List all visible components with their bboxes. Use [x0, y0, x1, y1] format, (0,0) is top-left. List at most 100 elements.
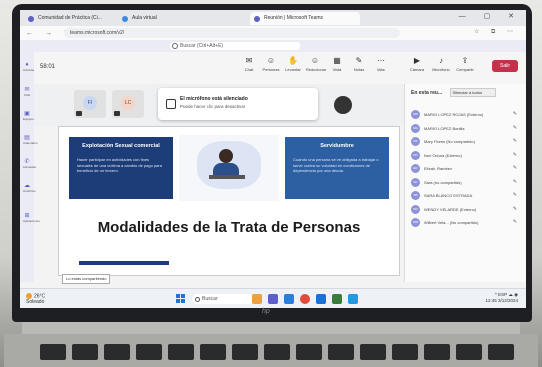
avatar: WV: [411, 204, 420, 214]
keyboard-key: [456, 344, 482, 360]
keyboard-key: [104, 344, 130, 360]
toolbar-camera-button[interactable]: ▶ Cámara: [408, 56, 426, 72]
participant-name: SARA BLANCO ESTRADA: [424, 193, 473, 198]
keyboard-key: [40, 344, 66, 360]
participant-row[interactable]: WV WENDY VELARDE (Externo) ✎: [407, 203, 525, 217]
notification-title: El micrófono está silenciado: [180, 96, 248, 102]
participant-tile[interactable]: LC: [112, 90, 144, 118]
mic-muted-icon: ✎: [512, 151, 517, 158]
rail-teams[interactable]: ▣ Equipos: [23, 110, 34, 121]
keyboard-key: [72, 344, 98, 360]
windows-taskbar: 26°C Soleado Buscar ^ ESP ☁ ◉ 12:45 3/12…: [20, 288, 526, 308]
url-field[interactable]: teams.microsoft.com/v2/: [64, 28, 400, 38]
participant-name: WENDY VELARDE (Externo): [424, 206, 477, 212]
react-icon: ☺: [310, 56, 320, 65]
mic-muted-icon: ✎: [512, 165, 517, 171]
meeting-timer: 58:01: [40, 64, 56, 70]
slide-footer-bar: [79, 261, 169, 265]
system-tray[interactable]: ^ ESP ☁ ◉ 12:45 3/12/2024: [485, 292, 518, 304]
toolbar-view-button[interactable]: ▦ Vista: [328, 56, 346, 72]
teams-app-rail: ♦ Actividad ✉ Chat ▣ Equipos ▤ Calendario ✆ L…: [20, 52, 40, 282]
extensions-icon[interactable]: ☆ ⧉ ⋯: [474, 28, 518, 36]
participant-row[interactable]: SB SARA BLANCO ESTRADA ✎: [407, 189, 525, 203]
weather-widget[interactable]: 26°C Soleado: [26, 293, 45, 305]
participant-row[interactable]: ER Elizab. Ramirez ✎: [407, 162, 525, 176]
toolbar-share-button[interactable]: ⇪ Compartir: [456, 56, 474, 72]
rail-onedrive[interactable]: ☁ OneDrive: [23, 182, 36, 193]
participant-tile[interactable]: FI: [74, 90, 106, 118]
toolbar-react-button[interactable]: ☺ Reaccionar: [306, 56, 326, 72]
sun-icon: [26, 293, 32, 299]
laptop-screen: Comunidad de Práctica (Ci... Aula virtua…: [20, 10, 526, 308]
mic-muted-icon: ✎: [512, 192, 517, 198]
mic-muted-icon: ✎: [512, 124, 517, 131]
keyboard-key: [168, 344, 194, 360]
participant-name: MARIO LOPEZ Bonilla: [424, 125, 465, 131]
participant-row[interactable]: SC Sara (no compartido) ✎: [407, 176, 525, 190]
card-body: Cuando una persona se ve obligada a trab…: [293, 157, 379, 173]
mic-icon: ♪: [439, 56, 443, 65]
keyboard-key: [392, 344, 418, 360]
rail-apps[interactable]: ⊞ Aplicaciones: [23, 212, 40, 223]
keyboard-key: [232, 344, 258, 360]
sharing-indicator[interactable]: Lo estás compartiendo: [62, 274, 111, 284]
muted-notification[interactable]: El micrófono está silenciado Puede hacer…: [158, 88, 318, 120]
browser-tab-comunidad[interactable]: Comunidad de Práctica (Ci...: [24, 12, 128, 25]
tab-label: Aula virtual: [132, 15, 157, 21]
more-icon: ⋯: [377, 56, 385, 65]
self-video-avatar[interactable]: [334, 96, 352, 114]
keyboard-key: [264, 344, 290, 360]
participant-row[interactable]: MF Mary Flores (No compartido) ✎: [407, 135, 525, 149]
notes-icon: ✎: [355, 56, 363, 65]
browser-tab-aula[interactable]: Aula virtual: [118, 12, 202, 25]
mic-muted-icon: ✎: [512, 219, 517, 225]
leave-button[interactable]: Salir: [492, 60, 518, 72]
rail-calendar[interactable]: ▤ Calendario: [23, 134, 38, 145]
participants-panel: En esta reu... Silenciar a todos MR MARIO…: [404, 84, 526, 282]
file-explorer-icon[interactable]: [252, 294, 262, 304]
edge-icon[interactable]: [284, 294, 294, 304]
participant-name: Nuri Ochoa (Externo): [424, 152, 462, 158]
card-title: Servidumbre: [320, 143, 354, 149]
participant-row[interactable]: MR MARIO LOPEZ ROJAS (Externo) ✎: [407, 108, 525, 122]
windows-start-icon[interactable]: [176, 294, 186, 304]
participant-name: Sara (no compartido): [424, 179, 462, 185]
word-icon[interactable]: [348, 294, 358, 304]
people-icon: ☺: [266, 56, 276, 65]
teams-app-icon[interactable]: [268, 294, 278, 304]
toolbar-notes-button[interactable]: ✎ Notas: [350, 56, 368, 72]
shared-slide: Explotación Sexual comercial Hacer parti…: [58, 126, 400, 276]
keyboard-key: [488, 344, 514, 360]
outlook-icon[interactable]: [316, 294, 326, 304]
avatar: SC: [411, 177, 420, 187]
toolbar-people-button[interactable]: ☺ Personas: [262, 56, 280, 72]
keyboard-key: [360, 344, 386, 360]
participant-row[interactable]: NO Nuri Ochoa (Externo) ✎: [407, 149, 525, 163]
rail-chat[interactable]: ✉ Chat: [23, 86, 31, 97]
toolbar-raise-hand-button[interactable]: ✋ Levantar: [284, 56, 302, 72]
teams-search-input[interactable]: Buscar (Ctrl+Alt+E): [170, 42, 300, 50]
participant-row[interactable]: WM Wilbert Vela... (No compartido) ✎: [407, 216, 525, 230]
mic-off-icon: [166, 99, 176, 109]
taskbar-search-input[interactable]: Buscar: [192, 294, 254, 304]
avatar: MR: [411, 110, 420, 119]
mic-muted-icon: ✎: [512, 205, 517, 212]
mute-all-dropdown[interactable]: Silenciar a todos: [449, 88, 496, 97]
mic-muted-icon: [114, 111, 120, 116]
window-controls[interactable]: — ▢ ✕: [459, 12, 522, 20]
teams-favicon-icon: [28, 16, 34, 22]
toolbar-mic-button[interactable]: ♪ Micrófono: [432, 56, 450, 72]
toolbar-more-button[interactable]: ⋯ Más: [372, 56, 390, 72]
rail-calls[interactable]: ✆ Llamadas: [23, 158, 36, 169]
rail-activity[interactable]: ♦ Actividad: [23, 62, 35, 72]
chrome-icon[interactable]: [300, 294, 310, 304]
toolbar-chat-button[interactable]: ✉ Chat: [240, 56, 258, 72]
keyboard-key: [200, 344, 226, 360]
search-icon: [172, 43, 178, 49]
browser-tab-teams[interactable]: Reunión | Microsoft Teams: [250, 12, 360, 25]
laptop-hinge: [22, 322, 520, 334]
avatar: NO: [411, 150, 420, 160]
store-icon[interactable]: [332, 294, 342, 304]
participant-name: MARIO LOPEZ ROJAS (Externo): [424, 112, 484, 117]
participant-row[interactable]: MG MARIO LOPEZ Bonilla ✎: [407, 122, 525, 136]
